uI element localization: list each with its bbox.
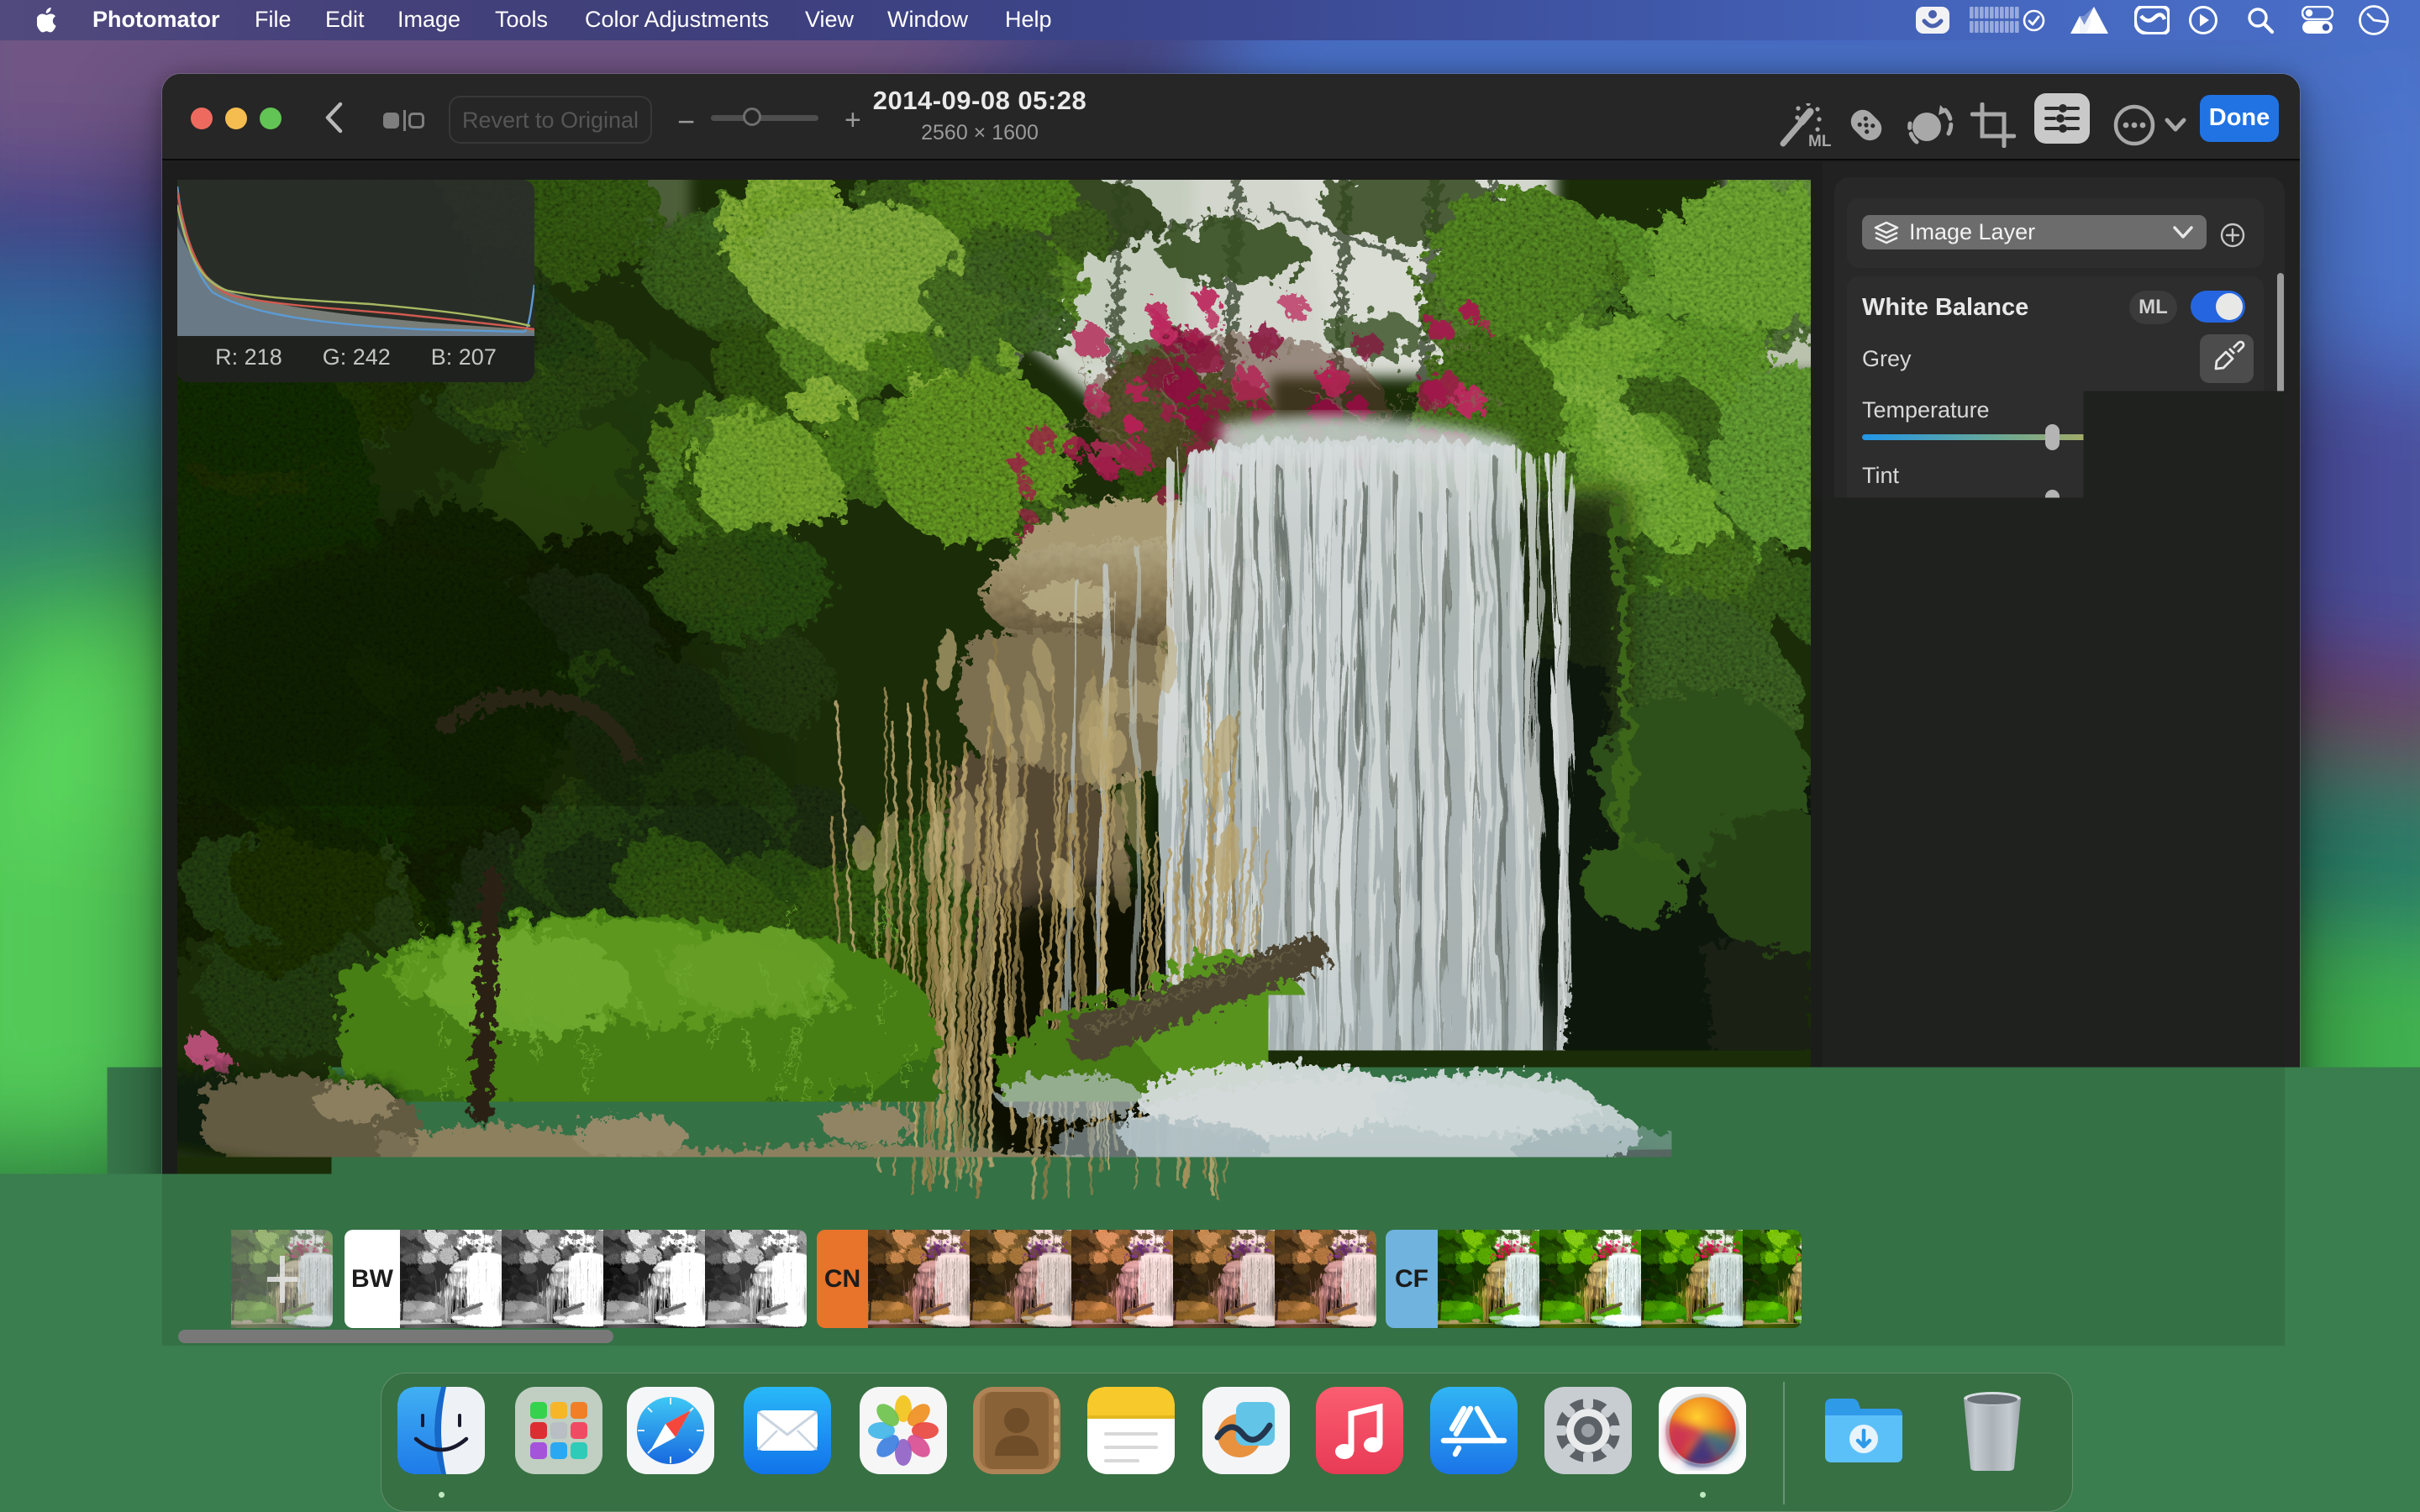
svg-text:ML: ML <box>1808 133 1832 147</box>
